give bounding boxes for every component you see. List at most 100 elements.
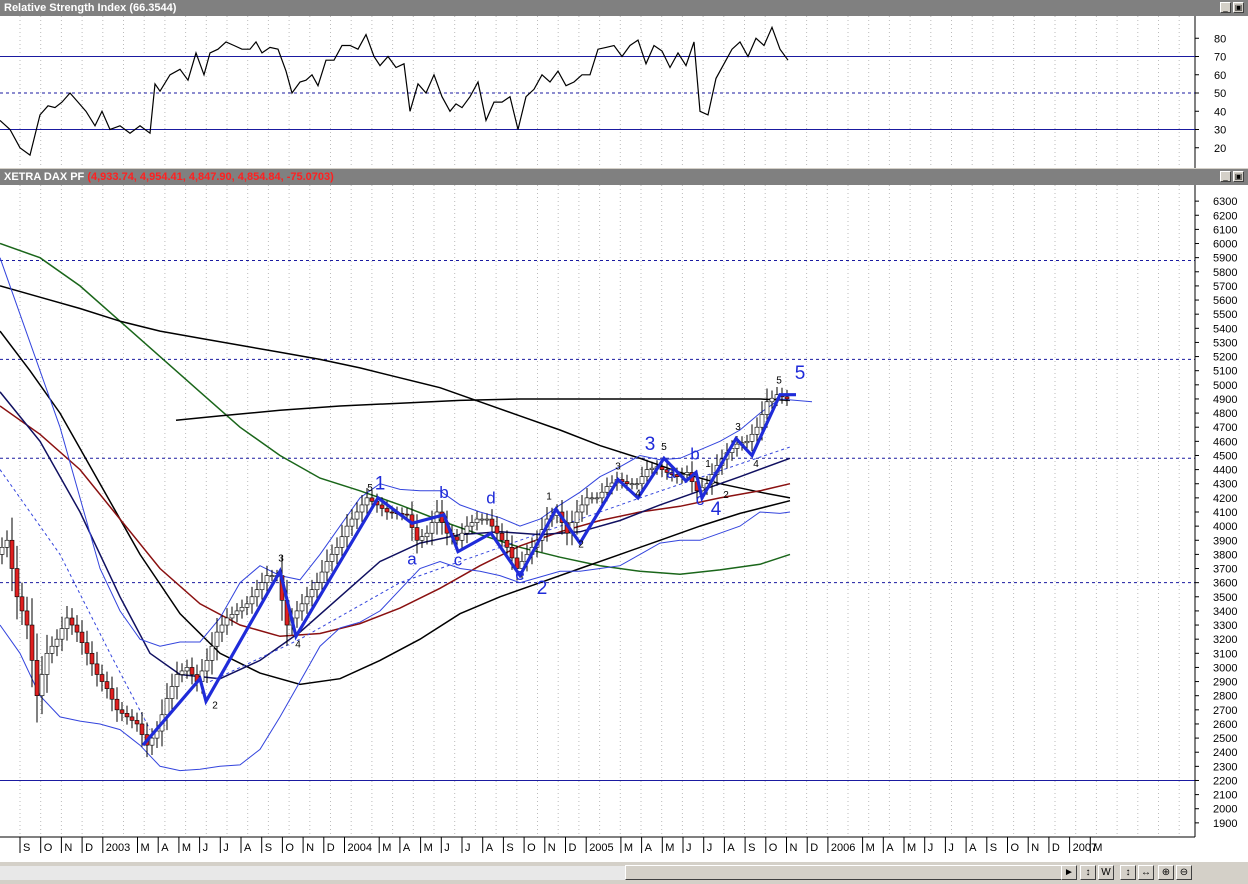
candle-body	[224, 617, 230, 626]
pan-horizontal-button[interactable]: ↔	[1138, 865, 1154, 880]
price-tick-label: 2800	[1213, 691, 1237, 703]
zoom-out-button[interactable]: ⊖	[1176, 865, 1192, 880]
price-tick-label: 5100	[1213, 366, 1237, 378]
elliott-label: 5	[776, 375, 782, 386]
pan-vertical-button[interactable]: ↕	[1120, 865, 1136, 880]
rsi-line	[0, 25, 789, 157]
rsi-title: Relative Strength Index (66.3544)	[4, 2, 177, 14]
candle-body	[474, 518, 480, 523]
price-maximize-button[interactable]: ▣	[1233, 171, 1244, 182]
x-tick-label: J	[707, 842, 713, 854]
candle-body	[174, 674, 180, 687]
elliott-label: 4	[295, 640, 301, 651]
candle-body	[509, 547, 515, 559]
candle-body	[164, 698, 170, 716]
x-tick-label: J	[444, 842, 450, 854]
rsi-tick-label: 50	[1214, 88, 1226, 100]
candle-body	[109, 688, 115, 700]
zoom-in-button[interactable]: ⊕	[1158, 865, 1174, 880]
price-tick-label: 2600	[1213, 719, 1237, 731]
price-tick-label: 2500	[1213, 733, 1237, 745]
x-tick-label: 2006	[831, 842, 855, 854]
x-tick-label: 2003	[106, 842, 130, 854]
price-tick-label: 4800	[1213, 408, 1237, 420]
x-tick-label: O	[769, 842, 778, 854]
price-tick-label: 3200	[1213, 634, 1237, 646]
week-button[interactable]: W	[1098, 865, 1114, 880]
candle-body	[584, 497, 590, 506]
x-tick-label: O	[1011, 842, 1020, 854]
price-tick-label: 4300	[1213, 479, 1237, 491]
candle-body	[419, 536, 425, 541]
x-tick-label: J	[223, 842, 229, 854]
candle-body	[424, 532, 430, 538]
elliott-label: a	[666, 463, 676, 482]
price-minimize-button[interactable]: _	[1220, 171, 1231, 182]
scroll-thumb[interactable]	[625, 865, 1070, 880]
candle-body	[349, 518, 355, 527]
price-tick-label: 4500	[1213, 450, 1237, 462]
candle-body	[9, 539, 15, 569]
rsi-panel: Relative Strength Index (66.3544) _ ▣ 80…	[0, 0, 1248, 168]
price-titlebar: XETRA DAX PF (4,933.74, 4,954.41, 4,847.…	[0, 169, 1248, 185]
price-tick-label: 5900	[1213, 253, 1237, 265]
price-chart: 12345abcdeabc534212345123456300620061006…	[0, 185, 1248, 862]
price-tick-label: 5800	[1213, 267, 1237, 279]
candle-body	[359, 504, 365, 513]
rsi-minimize-button[interactable]: _	[1220, 2, 1231, 13]
elliott-label: e	[515, 565, 524, 584]
x-tick-label: M	[907, 842, 916, 854]
candle-body	[629, 483, 635, 486]
candle-body	[644, 469, 650, 477]
price-tick-label: 4900	[1213, 394, 1237, 406]
price-tick-label: 4700	[1213, 422, 1237, 434]
candle-body	[84, 642, 90, 654]
candle-body	[214, 631, 220, 647]
candle-body	[39, 674, 45, 696]
candle-body	[464, 525, 470, 534]
candle-body	[4, 539, 10, 548]
elliott-label: a	[407, 549, 417, 568]
candle-body	[114, 698, 120, 711]
price-tick-label: 2300	[1213, 761, 1237, 773]
candle-body	[59, 628, 65, 640]
rsi-tick-label: 20	[1214, 143, 1226, 155]
bottom-scrollbar[interactable]: ► ↕ W ↕ ↔ ⊕ ⊖	[0, 862, 1248, 884]
price-tick-label: 3500	[1213, 592, 1237, 604]
price-tick-label: 3000	[1213, 662, 1237, 674]
candle-body	[329, 554, 335, 562]
elliott-label: 5	[367, 483, 373, 494]
price-title: XETRA DAX PF (4,933.74, 4,954.41, 4,847.…	[4, 171, 334, 183]
candle-body	[504, 539, 510, 548]
candle-body	[29, 624, 35, 661]
candle-body	[784, 396, 790, 400]
candle-body	[339, 536, 345, 548]
candle-body	[354, 511, 360, 520]
scroll-right-button[interactable]: ►	[1061, 865, 1077, 880]
candle-body	[74, 624, 80, 633]
elliott-label: 1	[375, 473, 386, 494]
elliott-label: 3	[645, 434, 656, 455]
candle-body	[14, 568, 20, 598]
rsi-tick-label: 70	[1214, 52, 1226, 64]
candle-body	[244, 603, 250, 608]
x-tick-label: S	[748, 842, 755, 854]
candle-body	[574, 511, 580, 523]
candle-body	[259, 582, 265, 591]
price-tick-label: 3800	[1213, 549, 1237, 561]
vertical-fit-button[interactable]: ↕	[1080, 865, 1096, 880]
candle-body	[369, 497, 375, 502]
elliott-label: 5	[661, 442, 667, 453]
rsi-maximize-button[interactable]: ▣	[1233, 2, 1244, 13]
candle-body	[149, 737, 155, 746]
x-tick-label: M	[624, 842, 633, 854]
x-tick-label: N	[790, 842, 798, 854]
candle-body	[494, 525, 500, 534]
price-tick-label: 6300	[1213, 196, 1237, 208]
rsi-tick-label: 60	[1214, 70, 1226, 82]
candle-body	[254, 589, 260, 598]
x-tick-label: A	[403, 842, 411, 854]
candle-body	[734, 443, 740, 449]
price-tick-label: 4000	[1213, 521, 1237, 533]
x-tick-label: J	[948, 842, 954, 854]
